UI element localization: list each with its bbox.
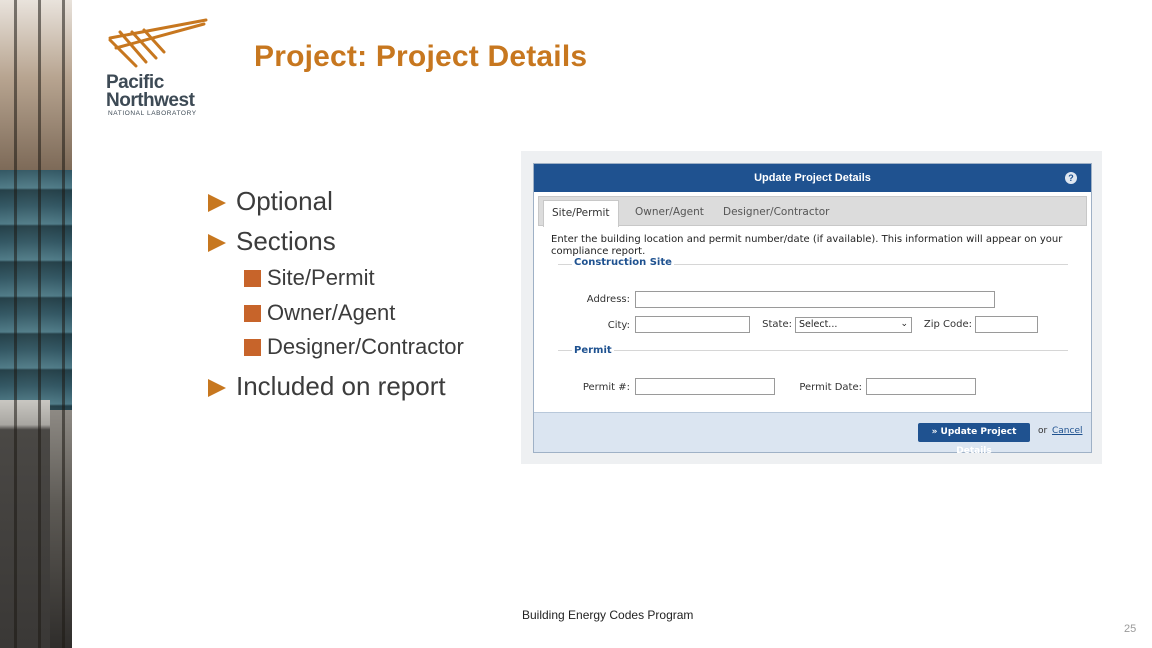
permit-date-input[interactable]: [866, 378, 976, 395]
tab-owner-agent[interactable]: Owner/Agent: [627, 200, 712, 227]
sub-bullet-text: Designer/Contractor: [267, 334, 464, 359]
update-project-dialog: Update Project Details ? Site/Permit Own…: [533, 163, 1092, 456]
sub-bullet-owner-agent: Owner/Agent: [244, 300, 395, 326]
sub-bullet-text: Site/Permit: [267, 265, 375, 290]
construction-site-legend: Construction Site: [572, 257, 674, 268]
slide-title: Project: Project Details: [254, 40, 588, 73]
permit-legend: Permit: [572, 345, 614, 356]
state-label: State:: [762, 319, 792, 330]
address-input[interactable]: [635, 291, 995, 308]
logo-mark-icon: [108, 18, 208, 68]
chevron-down-icon: ⌄: [900, 319, 908, 329]
footer-caption: Building Energy Codes Program: [522, 608, 694, 622]
bullet-included-text: Included on report: [236, 371, 446, 401]
tab-designer-contractor[interactable]: Designer/Contractor: [715, 200, 837, 227]
cancel-link[interactable]: Cancel: [1052, 426, 1083, 436]
tab-site-permit[interactable]: Site/Permit: [543, 200, 619, 227]
update-project-details-button[interactable]: » Update Project Details: [918, 423, 1030, 456]
page-number: 25: [1124, 623, 1137, 635]
triangle-bullet-icon: [208, 378, 226, 397]
or-text: or: [1038, 426, 1048, 436]
permit-number-label: Permit #:: [582, 382, 630, 393]
tab-bar: Site/Permit Owner/Agent Designer/Contrac…: [538, 196, 1087, 227]
address-label: Address:: [586, 294, 630, 305]
bullet-optional: Optional: [208, 186, 333, 217]
square-bullet-icon: [244, 338, 261, 356]
state-select[interactable]: Select... ⌄: [795, 317, 912, 333]
dialog-title: Update Project Details: [754, 172, 871, 184]
zip-input[interactable]: [975, 316, 1038, 333]
dialog-footer: » Update Project Details or Cancel: [534, 412, 1091, 456]
pnnl-logo: Pacific Northwest NATIONAL LABORATORY: [106, 18, 216, 118]
sub-bullet-text: Owner/Agent: [267, 300, 396, 325]
permit-date-label: Permit Date:: [799, 382, 862, 393]
intro-text: Enter the building location and permit n…: [551, 234, 1063, 257]
square-bullet-icon: [244, 269, 261, 287]
dialog-screenshot: Update Project Details ? Site/Permit Own…: [521, 151, 1102, 464]
triangle-bullet-icon: [208, 233, 226, 252]
square-bullet-icon: [244, 304, 261, 322]
city-label: City:: [607, 320, 630, 331]
bullet-optional-text: Optional: [236, 186, 333, 216]
zip-label: Zip Code:: [923, 319, 972, 330]
bullet-included: Included on report: [208, 371, 446, 402]
sub-bullet-designer-contractor: Designer/Contractor: [244, 334, 464, 360]
city-input[interactable]: [635, 316, 750, 333]
bullet-sections-text: Sections: [236, 226, 336, 256]
fieldset-divider: [558, 350, 1068, 351]
building-photo: [0, 0, 72, 648]
logo-text-lab: NATIONAL LABORATORY: [108, 110, 197, 117]
bullet-sections: Sections: [208, 226, 336, 257]
dialog-title-bar: Update Project Details ?: [534, 164, 1091, 192]
permit-number-input[interactable]: [635, 378, 775, 395]
sub-bullet-site-permit: Site/Permit: [244, 265, 375, 291]
help-icon[interactable]: ?: [1065, 172, 1077, 184]
state-select-value: Select...: [799, 319, 838, 330]
logo-text-northwest: Northwest: [106, 90, 195, 111]
triangle-bullet-icon: [208, 193, 226, 212]
